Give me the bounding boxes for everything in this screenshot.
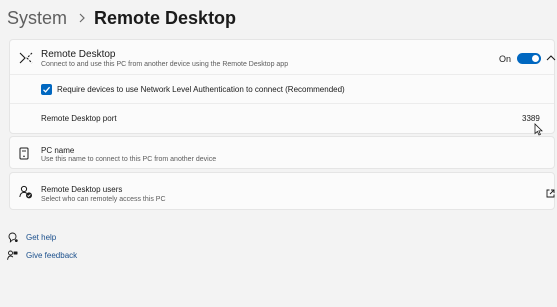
remote-desktop-toggle[interactable]: [517, 53, 541, 64]
remote-desktop-card: Remote Desktop Connect to and use this P…: [9, 39, 556, 134]
feedback-icon: [7, 250, 18, 261]
help-icon: [7, 232, 18, 243]
give-feedback-label[interactable]: Give feedback: [26, 251, 77, 260]
remote-desktop-row[interactable]: Remote Desktop Connect to and use this P…: [10, 40, 556, 74]
remote-desktop-title: Remote Desktop: [41, 49, 116, 60]
remote-users-card[interactable]: Remote Desktop users Select who can remo…: [9, 172, 555, 210]
pc-name-title: PC name: [41, 146, 75, 155]
remote-desktop-subtitle: Connect to and use this PC from another …: [41, 61, 289, 68]
open-external-icon[interactable]: [546, 189, 555, 198]
give-feedback-link[interactable]: Give feedback: [7, 249, 97, 263]
chevron-up-icon[interactable]: [546, 54, 556, 62]
remote-desktop-icon: [19, 51, 33, 65]
toggle-knob: [532, 55, 539, 62]
pc-name-subtitle: Use this name to connect to this PC from…: [41, 156, 217, 163]
toggle-state-label: On: [499, 54, 512, 64]
remote-users-title: Remote Desktop users: [41, 185, 123, 194]
get-help-label[interactable]: Get help: [26, 233, 56, 242]
breadcrumb-system[interactable]: System: [7, 8, 67, 29]
chevron-right-icon: [79, 13, 85, 23]
port-value[interactable]: 3389: [522, 114, 540, 123]
port-label: Remote Desktop port: [41, 114, 117, 123]
get-help-link[interactable]: Get help: [7, 231, 87, 245]
remote-users-subtitle: Select who can remotely access this PC: [41, 196, 166, 203]
nla-row: Require devices to use Network Level Aut…: [10, 75, 554, 103]
person-check-icon: [19, 185, 33, 199]
pc-name-card[interactable]: PC name Use this name to connect to this…: [9, 136, 555, 169]
mouse-cursor-icon: [534, 123, 543, 136]
nla-checkbox-label[interactable]: Require devices to use Network Level Aut…: [57, 85, 345, 94]
nla-checkbox[interactable]: [41, 84, 52, 95]
pc-icon: [19, 147, 29, 160]
port-row: Remote Desktop port 3389: [10, 104, 554, 134]
page-title: Remote Desktop: [94, 7, 237, 28]
breadcrumb: System Remote Desktop: [7, 6, 236, 30]
